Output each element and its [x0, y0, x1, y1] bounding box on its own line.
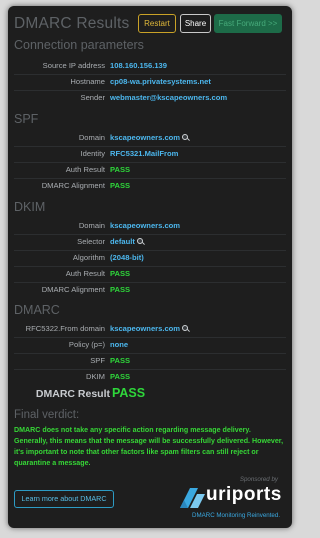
row-spf-identity: Identity RFC5321.MailFrom [8, 146, 292, 162]
row-label: Sender [80, 93, 106, 102]
policy-value: none [110, 340, 129, 349]
dkim-auth-result-value: PASS [110, 269, 131, 278]
row-spf-domain: Domain kscapeowners.com [8, 130, 292, 146]
uriports-mark-icon [180, 488, 205, 508]
dkim-domain-value: kscapeowners.com [110, 221, 181, 230]
row-dkim-auth: Auth Result PASS [8, 266, 292, 282]
dkim-heading: DKIM [14, 200, 46, 214]
hostname-value: cp08-wa.privatesystems.net [110, 77, 211, 86]
row-spf-auth: Auth Result PASS [8, 162, 292, 178]
row-dkim-algorithm: Algorithm (2048-bit) [8, 250, 292, 266]
restart-button[interactable]: Restart [138, 14, 176, 33]
spf-domain-value: kscapeowners.com [110, 130, 189, 146]
learn-more-button[interactable]: Learn more about DMARC [14, 490, 114, 508]
sender-value: webmaster@kscapeowners.com [110, 93, 228, 102]
dkim-algorithm-value: (2048-bit) [110, 253, 144, 262]
row-label: Auth Result [65, 165, 105, 174]
dmarc-heading: DMARC [14, 303, 60, 317]
lookup-icon[interactable] [136, 238, 143, 244]
row-label: Policy (p=) [68, 340, 105, 349]
dmarc-results-panel: DMARC Results Restart Share Fast Forward… [8, 6, 292, 528]
spf-alignment-value: PASS [110, 181, 131, 190]
sponsored-by-label: Sponsored by [239, 476, 278, 483]
share-button[interactable]: Share [180, 14, 211, 33]
row-label: Auth Result [65, 269, 105, 278]
row-label: RFC5322.From domain [25, 324, 105, 333]
row-sender: Sender webmaster@kscapeowners.com [8, 90, 292, 106]
verdict-text: DMARC does not take any specific action … [14, 426, 284, 467]
lookup-icon[interactable] [182, 134, 189, 140]
row-label: DMARC Alignment [41, 285, 105, 294]
uriports-logo[interactable]: uriports DMARC Monitoring Reinvented. [178, 484, 288, 519]
row-label: DMARC Alignment [41, 181, 105, 190]
dmarc-result-label: DMARC Result [35, 388, 110, 400]
logo-text: uriports [206, 484, 282, 505]
row-dmarc-dkim: DKIM PASS [8, 369, 292, 385]
dmarc-result-value: PASS [112, 386, 146, 400]
row-source-ip: Source IP address 108.160.156.139 [8, 58, 292, 74]
spf-identity-value: RFC5321.MailFrom [110, 149, 179, 158]
row-from-domain: RFC5322.From domain kscapeowners.com [8, 321, 292, 337]
logo-tagline: DMARC Monitoring Reinvented. [192, 512, 281, 519]
fast-forward-button[interactable]: Fast Forward >> [214, 14, 282, 33]
from-domain-text: kscapeowners.com [110, 324, 181, 333]
dmarc-spf-value: PASS [110, 356, 131, 365]
row-label: Domain [78, 133, 105, 142]
dkim-selector-text: default [110, 237, 135, 246]
row-label: Source IP address [42, 61, 105, 70]
source-ip-value: 108.160.156.139 [110, 61, 168, 70]
page-title: DMARC Results [14, 15, 130, 32]
dkim-alignment-value: PASS [110, 285, 131, 294]
row-label: SPF [90, 356, 105, 365]
row-label: DKIM [86, 372, 105, 381]
spf-heading: SPF [14, 112, 39, 126]
header-bar: DMARC Results Restart Share Fast Forward… [8, 6, 292, 40]
row-label: Identity [80, 149, 105, 158]
row-hostname: Hostname cp08-wa.privatesystems.net [8, 74, 292, 90]
row-label: Domain [78, 221, 105, 230]
row-dmarc-spf: SPF PASS [8, 353, 292, 369]
spf-auth-result-value: PASS [110, 165, 131, 174]
dmarc-dkim-value: PASS [110, 372, 131, 381]
spf-domain-text: kscapeowners.com [110, 133, 181, 142]
dkim-selector-value: default [110, 234, 143, 250]
row-spf-alignment: DMARC Alignment PASS [8, 178, 292, 194]
row-policy: Policy (p=) none [8, 337, 292, 353]
row-dkim-alignment: DMARC Alignment PASS [8, 282, 292, 298]
verdict-heading: Final verdict: [14, 409, 80, 421]
lookup-icon[interactable] [182, 325, 189, 331]
row-dkim-selector: Selector default [8, 234, 292, 250]
row-label: Hostname [70, 77, 105, 86]
connection-heading: Connection parameters [14, 38, 144, 52]
row-label: Selector [77, 237, 105, 246]
row-label: Algorithm [72, 253, 105, 262]
row-dkim-domain: Domain kscapeowners.com [8, 218, 292, 234]
from-domain-value: kscapeowners.com [110, 321, 189, 337]
